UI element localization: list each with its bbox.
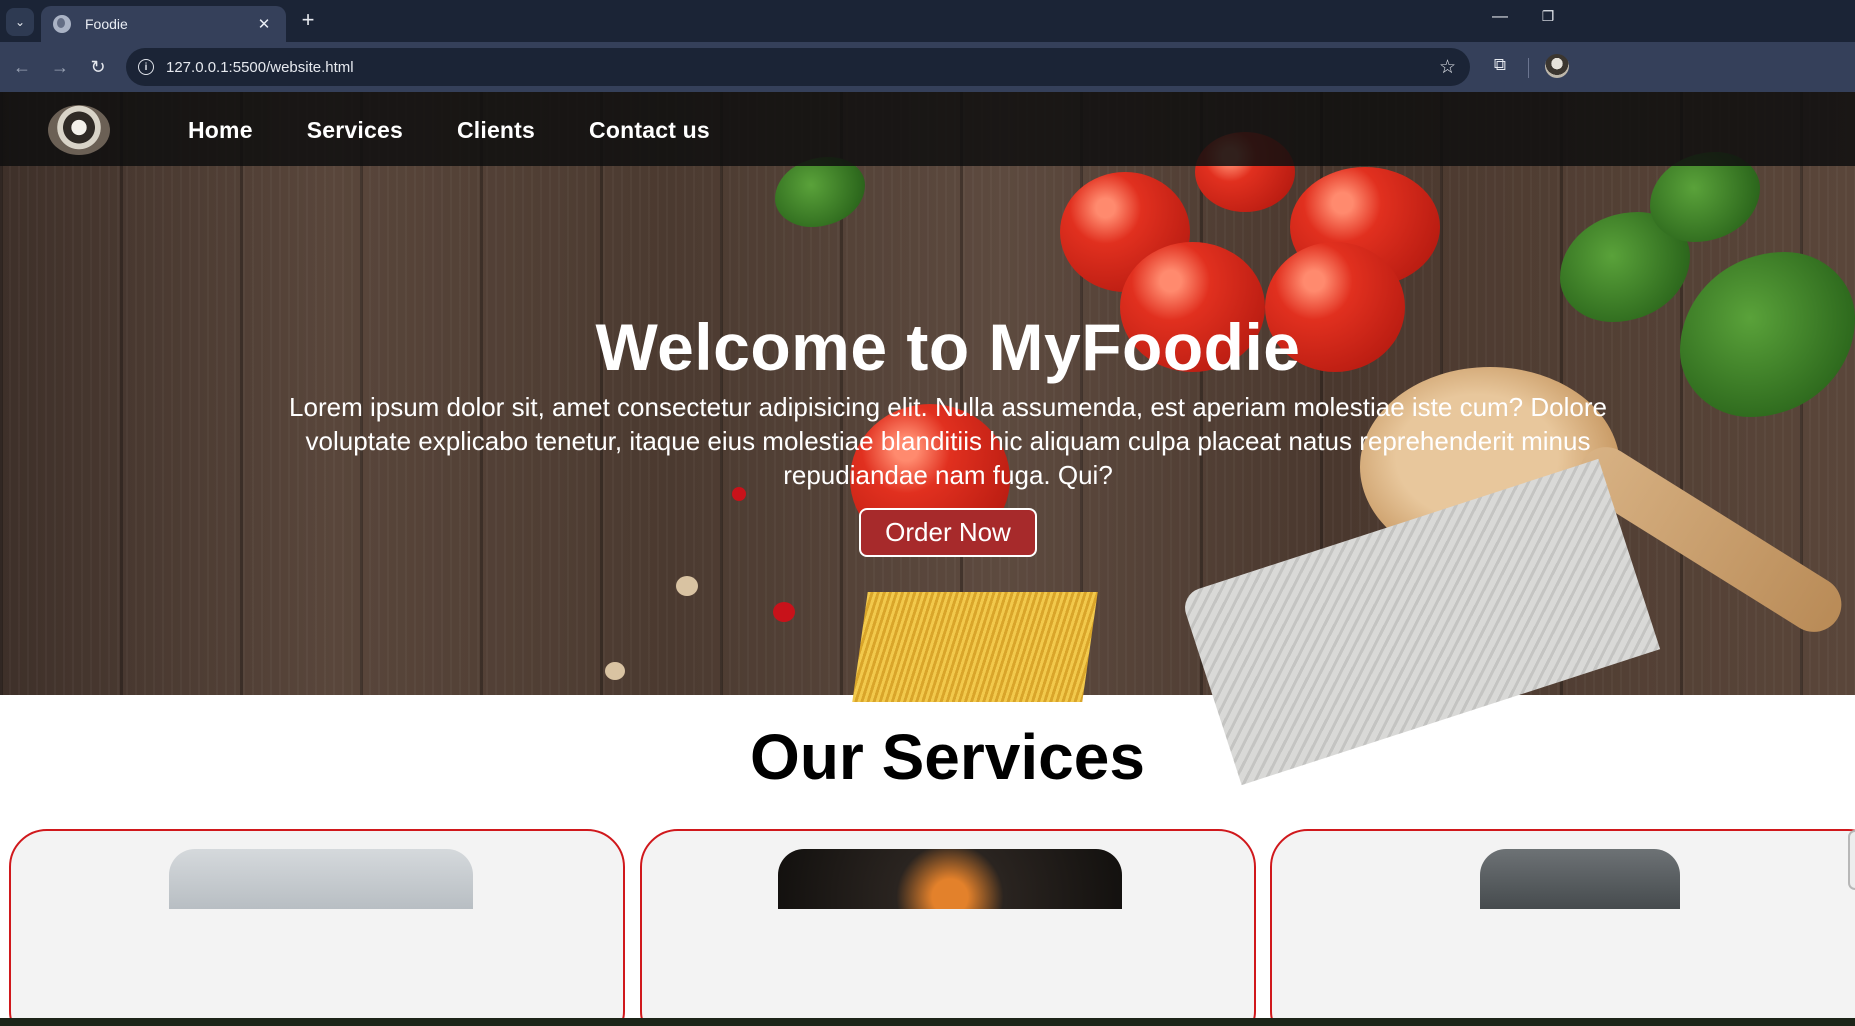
hero-section: Home Services Clients Contact us Welcome…	[0, 92, 1855, 786]
nav-links: Home Services Clients Contact us	[188, 117, 764, 144]
address-bar[interactable]: i 127.0.0.1:5500/website.html ☆	[126, 48, 1470, 86]
nav-link-clients[interactable]: Clients	[457, 117, 535, 144]
globe-icon	[53, 15, 71, 33]
browser-tab[interactable]: Foodie ✕	[41, 6, 286, 42]
spaghetti-image	[852, 592, 1098, 702]
chickpea-image	[676, 576, 698, 596]
bookmark-star-icon[interactable]: ☆	[1439, 56, 1456, 79]
close-icon[interactable]: ✕	[254, 15, 274, 33]
service-card-image	[1480, 849, 1680, 909]
hero-description: Lorem ipsum dolor sit, amet consectetur …	[289, 392, 1607, 490]
site-logo[interactable]	[48, 105, 110, 155]
services-heading: Our Services	[750, 721, 1145, 793]
order-now-button[interactable]: Order Now	[859, 508, 1037, 557]
toolbar-divider	[1528, 58, 1529, 78]
peppercorn-image	[773, 602, 795, 622]
service-card-image	[169, 849, 473, 909]
web-page: Home Services Clients Contact us Welcome…	[0, 92, 1855, 1026]
hero-content: Welcome to MyFoodie Lorem ipsum dolor si…	[238, 310, 1658, 557]
site-navbar: Home Services Clients Contact us	[0, 92, 1855, 166]
nav-link-home[interactable]: Home	[188, 117, 253, 144]
scroll-handle[interactable]	[1848, 830, 1855, 890]
site-info-icon[interactable]: i	[138, 59, 154, 75]
basil-leaf-image	[775, 157, 865, 227]
extensions-puzzle-icon[interactable]: ⧉	[1488, 55, 1512, 79]
minimize-icon[interactable]: —	[1490, 8, 1510, 26]
new-tab-plus-icon[interactable]: +	[296, 9, 320, 33]
browser-tab-bar: ⌄ Foodie ✕ + — ❐	[0, 0, 1855, 42]
chickpea-image	[605, 662, 625, 680]
tab-title: Foodie	[85, 16, 128, 32]
reload-icon[interactable]: ↻	[86, 55, 110, 79]
tab-search-chevron-down-icon[interactable]: ⌄	[6, 8, 34, 36]
hero-title: Welcome to MyFoodie	[595, 310, 1301, 384]
service-card-image	[778, 849, 1122, 909]
basil-leaf-image	[1680, 252, 1855, 417]
nav-link-contact[interactable]: Contact us	[589, 117, 710, 144]
service-card	[1270, 829, 1855, 1026]
maximize-icon[interactable]: ❐	[1538, 8, 1558, 28]
browser-toolbar: ← → ↻ i 127.0.0.1:5500/website.html ☆ ⧉	[0, 42, 1855, 92]
service-card	[640, 829, 1256, 1026]
back-arrow-icon[interactable]: ←	[10, 55, 34, 79]
forward-arrow-icon[interactable]: →	[48, 55, 72, 79]
url-text[interactable]: 127.0.0.1:5500/website.html	[166, 59, 1439, 76]
service-card	[9, 829, 625, 1026]
nav-link-services[interactable]: Services	[307, 117, 403, 144]
page-bottom-strip	[0, 1018, 1855, 1026]
profile-avatar[interactable]	[1545, 54, 1569, 78]
